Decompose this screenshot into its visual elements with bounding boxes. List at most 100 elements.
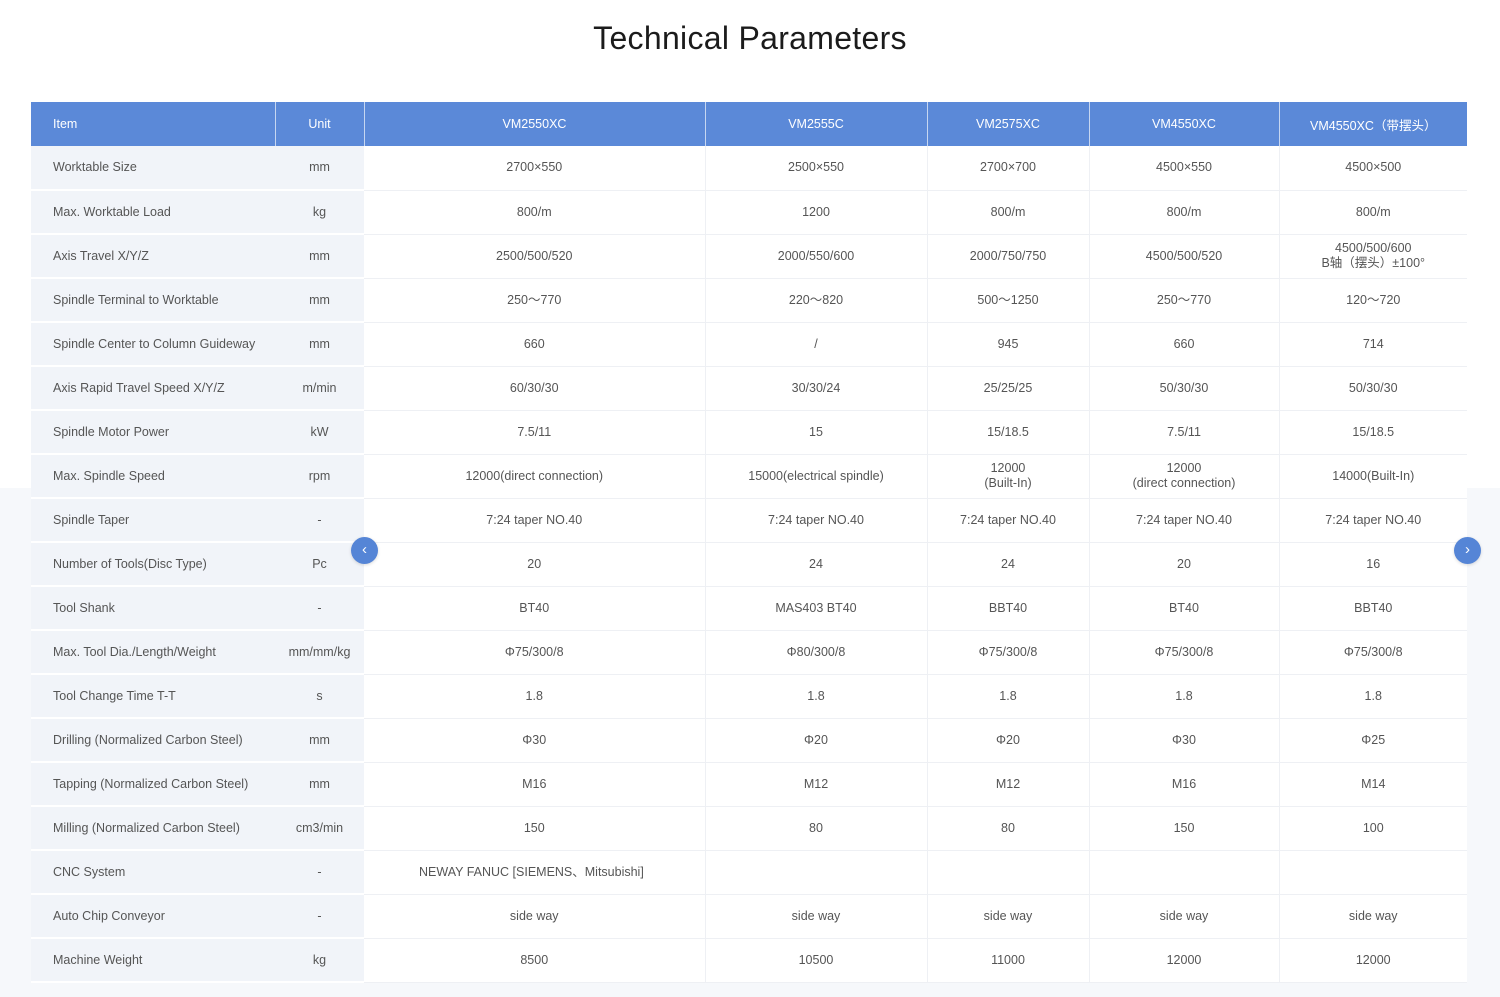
table-row: Spindle Motor Power kW 7.5/11 15 15/18.5 7.5/… — [31, 410, 1467, 455]
row-value-cell: 12000 (direct connection) — [1089, 454, 1280, 499]
table-row: CNC System - NEWAY FANUC [SIEMENS、Mitsubis… — [31, 850, 1467, 895]
row-item-label: Spindle Center to Column Guideway — [31, 322, 275, 367]
previous-slide-button[interactable]: ‹ — [351, 537, 378, 564]
row-value-cell: 100 — [1279, 806, 1467, 851]
row-value-cell: Φ75/300/8 — [927, 630, 1090, 675]
row-unit: - — [275, 498, 364, 543]
row-value-cell: 1.8 — [927, 674, 1090, 719]
header-model-vm2555c: VM2555C — [705, 102, 928, 146]
row-value-cell: 15 — [705, 410, 928, 455]
row-value-cell: 15/18.5 — [1279, 410, 1467, 455]
row-unit: - — [275, 586, 364, 631]
table-row: Machine Weight kg 8500 10500 11000 12000 12000 — [31, 938, 1467, 983]
table-row: Tool Shank - BT40 MAS403 BT40 BBT40 BT40 BBT40 — [31, 586, 1467, 631]
row-unit: kg — [275, 938, 364, 983]
row-value-cell: 7.5/11 — [1089, 410, 1280, 455]
table-row: Number of Tools(Disc Type) Pc 20 24 24 20 16 — [31, 542, 1467, 587]
table-row: Spindle Terminal to Worktable mm 250～770 22… — [31, 278, 1467, 323]
row-value-cell: 20 — [1089, 542, 1280, 587]
row-value-cell: Φ75/300/8 — [364, 630, 706, 675]
row-value-cell: 1.8 — [1089, 674, 1280, 719]
table-row: Drilling (Normalized Carbon Steel) mm Φ30 Φ… — [31, 718, 1467, 763]
row-value-cell: NEWAY FANUC [SIEMENS、Mitsubishi] — [364, 850, 706, 895]
row-value-cell: 220～820 — [705, 278, 928, 323]
row-unit: mm — [275, 762, 364, 807]
row-unit: cm3/min — [275, 806, 364, 851]
table-row: Max. Worktable Load kg 800/m 1200 800/m 800/m… — [31, 190, 1467, 235]
row-value-cell: 7:24 taper NO.40 — [1279, 498, 1467, 543]
row-value-cell — [927, 850, 1090, 895]
row-value-cell: Φ30 — [1089, 718, 1280, 763]
technical-parameters-table: Item Unit VM2550XC VM2555C VM2575XC VM45… — [31, 102, 1467, 983]
row-unit: rpm — [275, 454, 364, 499]
row-value-cell: 4500/500/520 — [1089, 234, 1280, 279]
row-value-cell: 660 — [1089, 322, 1280, 367]
table-row: Spindle Taper - 7:24 taper NO.40 7:24 taper… — [31, 498, 1467, 543]
row-value-cell: 15/18.5 — [927, 410, 1090, 455]
row-unit: kg — [275, 190, 364, 235]
row-value-cell: 12000 — [1279, 938, 1467, 983]
row-value-cell: Φ20 — [927, 718, 1090, 763]
row-item-label: Milling (Normalized Carbon Steel) — [31, 806, 275, 851]
row-value-cell: 4500×500 — [1279, 146, 1467, 191]
row-value-cell: 1.8 — [705, 674, 928, 719]
row-value-cell: 14000(Built-In) — [1279, 454, 1467, 499]
header-item: Item — [31, 102, 276, 146]
row-value-cell: 60/30/30 — [364, 366, 706, 411]
row-unit: kW — [275, 410, 364, 455]
page-title: Technical Parameters — [593, 20, 907, 56]
row-value-cell: Φ75/300/8 — [1279, 630, 1467, 675]
row-value-cell: 12000 (Built-In) — [927, 454, 1090, 499]
chevron-left-icon: ‹ — [362, 541, 367, 558]
header-model-vm2575xc: VM2575XC — [927, 102, 1090, 146]
table-row: Max. Spindle Speed rpm 12000(direct connec… — [31, 454, 1467, 499]
row-value-cell: Φ75/300/8 — [1089, 630, 1280, 675]
row-value-cell: M14 — [1279, 762, 1467, 807]
row-value-cell: 2500×550 — [705, 146, 928, 191]
row-value-cell: 500～1250 — [927, 278, 1090, 323]
row-value-cell: 2500/500/520 — [364, 234, 706, 279]
row-value-cell — [1279, 850, 1467, 895]
row-value-cell: 800/m — [1089, 190, 1280, 235]
row-value-cell: side way — [705, 894, 928, 939]
row-item-label: Axis Rapid Travel Speed X/Y/Z — [31, 366, 275, 411]
technical-parameters-table-wrap: Item Unit VM2550XC VM2555C VM2575XC VM45… — [31, 102, 1467, 983]
row-item-label: Spindle Motor Power — [31, 410, 275, 455]
row-value-cell: 12000(direct connection) — [364, 454, 706, 499]
next-slide-button[interactable]: › — [1454, 537, 1481, 564]
row-value-cell: 16 — [1279, 542, 1467, 587]
row-value-cell: 24 — [705, 542, 928, 587]
table-body: Worktable Size mm 2700×550 2500×550 2700×700… — [31, 146, 1467, 983]
row-value-cell: 2700×700 — [927, 146, 1090, 191]
header-model-vm4550xc: VM4550XC — [1089, 102, 1280, 146]
row-value-cell — [705, 850, 928, 895]
row-value-cell: BT40 — [1089, 586, 1280, 631]
row-item-label: Tool Shank — [31, 586, 275, 631]
row-item-label: Max. Tool Dia./Length/Weight — [31, 630, 275, 675]
row-value-cell: M16 — [364, 762, 706, 807]
row-value-cell: 1.8 — [364, 674, 706, 719]
row-item-label: Tapping (Normalized Carbon Steel) — [31, 762, 275, 807]
row-item-label: Spindle Taper — [31, 498, 275, 543]
row-value-cell: 7.5/11 — [364, 410, 706, 455]
row-unit: mm — [275, 146, 364, 191]
row-value-cell: 24 — [927, 542, 1090, 587]
row-value-cell: Φ20 — [705, 718, 928, 763]
row-value-cell: 150 — [1089, 806, 1280, 851]
row-item-label: Number of Tools(Disc Type) — [31, 542, 275, 587]
row-value-cell: 7:24 taper NO.40 — [927, 498, 1090, 543]
header-row: Item Unit VM2550XC VM2555C VM2575XC VM45… — [31, 102, 1467, 146]
row-unit: m/min — [275, 366, 364, 411]
row-value-cell: 800/m — [1279, 190, 1467, 235]
row-unit: mm — [275, 278, 364, 323]
table-row: Axis Rapid Travel Speed X/Y/Z m/min 60/30/… — [31, 366, 1467, 411]
row-value-cell: side way — [364, 894, 706, 939]
table-row: Tool Change Time T-T s 1.8 1.8 1.8 1.8 1.8 — [31, 674, 1467, 719]
row-value-cell: side way — [927, 894, 1090, 939]
table-row: Worktable Size mm 2700×550 2500×550 2700×700… — [31, 146, 1467, 191]
row-value-cell: 20 — [364, 542, 706, 587]
row-value-cell: BBT40 — [1279, 586, 1467, 631]
row-value-cell: 10500 — [705, 938, 928, 983]
row-item-label: Worktable Size — [31, 146, 275, 191]
row-unit: mm — [275, 322, 364, 367]
